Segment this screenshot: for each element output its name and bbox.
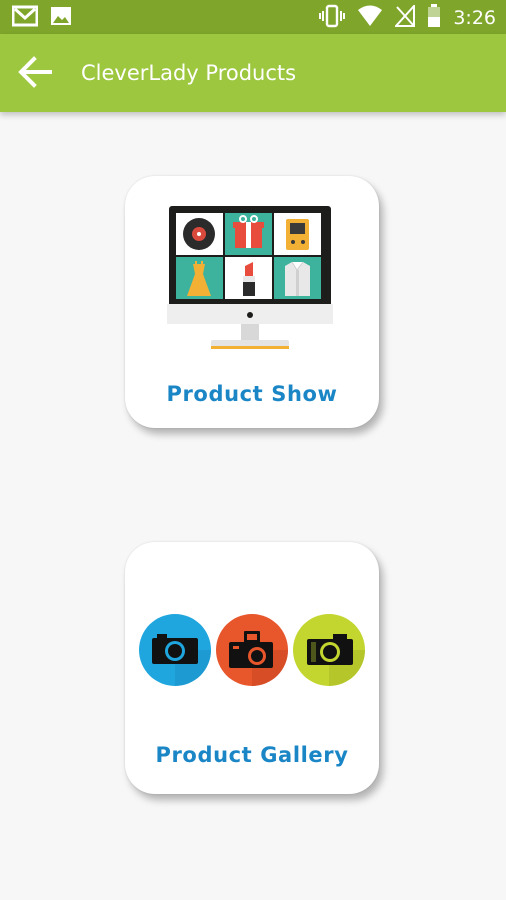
no-signal-icon [394,3,416,31]
app-bar: CleverLady Products [0,34,506,112]
product-show-label: Product Show [166,382,338,406]
image-icon [50,5,72,31]
cameras-icon [137,612,365,692]
product-gallery-tile[interactable]: Product Gallery [125,542,379,794]
wifi-icon [357,5,383,31]
monitor-products-icon [167,204,333,358]
page-title: CleverLady Products [81,61,297,85]
vibrate-icon [319,4,346,32]
arrow-back-icon [18,56,52,92]
gmail-icon [11,5,39,31]
product-show-tile[interactable]: Product Show [125,176,379,428]
back-button[interactable] [14,54,56,94]
status-bar: 3:26 [0,0,506,34]
product-gallery-label: Product Gallery [155,743,349,767]
battery-icon [427,4,441,32]
status-time: 3:26 [453,7,496,29]
